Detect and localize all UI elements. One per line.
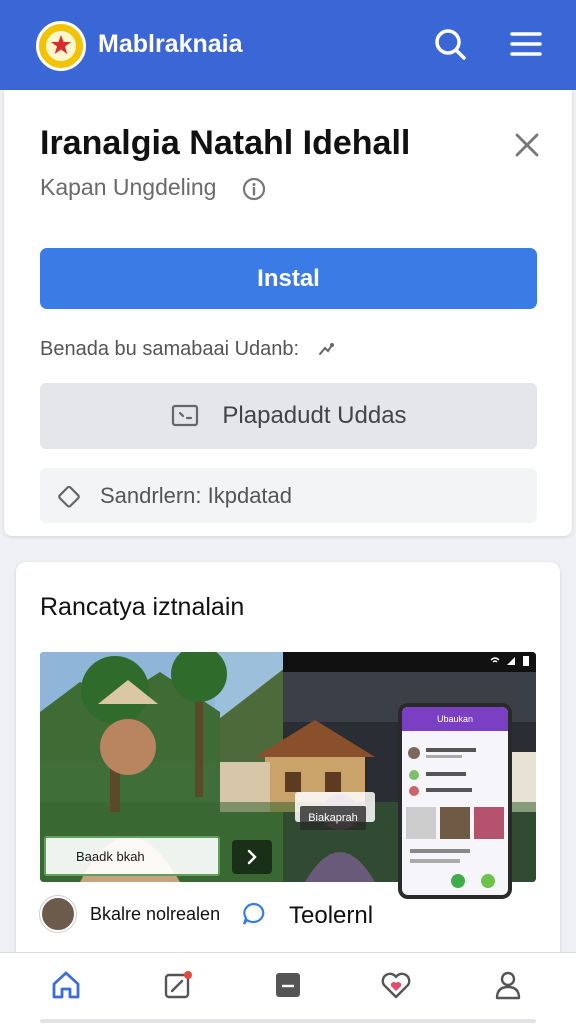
phone-screen [406,747,504,888]
inbox-icon[interactable] [270,967,306,1003]
screen-icon [172,404,199,427]
brand-name: Mablraknaia [98,30,243,58]
home-icon[interactable] [48,967,84,1003]
menu-icon[interactable] [506,24,546,64]
app-logo[interactable] [36,21,86,71]
battery-icon [523,656,529,666]
media-next-button[interactable] [232,840,272,874]
tag-icon [58,485,80,508]
compose-icon[interactable] [160,967,196,1003]
avatar[interactable] [40,896,76,932]
media-caption: Biakaprah [300,806,366,830]
secondary-button[interactable]: Plapadudt Uddas [40,383,537,449]
bottom-nav [0,952,576,1024]
install-note: Benada bu samabaai Udanb: [40,338,300,360]
share-icon [319,343,334,355]
author-name[interactable]: Bkalre nolrealen [90,904,220,925]
translate-link[interactable]: Teolernl [289,902,373,930]
app-subtitle: Kapan Ungdeling [40,174,217,200]
media-status-bar [438,652,536,670]
install-button[interactable]: Instal [40,248,537,309]
star-icon [51,35,71,54]
wifi-icon [490,657,500,663]
chevron-right-icon [247,849,257,865]
app-title: Iranalgia Natahl Idehall [40,124,411,162]
comment-icon[interactable] [240,900,268,928]
phone-header: Ubaukan [402,707,508,731]
tag-field[interactable]: Sandrlern: Ikpdatad [40,468,537,523]
search-icon[interactable] [430,24,470,64]
app-header: Mablraknaia [0,0,576,90]
section-title: Rancatya iztnalain [40,593,245,621]
profile-icon[interactable] [490,967,526,1003]
overlay-caption-text: Baadk bkah [76,848,145,864]
close-icon[interactable] [510,128,544,162]
home-indicator [40,1019,536,1023]
secondary-button-label: Plapadudt Uddas [222,402,407,429]
tag-label: Sandrlern: Ikpdatad [100,482,293,508]
media-overlay-caption: Baadk bkah [44,836,220,876]
info-icon[interactable] [241,176,267,202]
phone-mockup: Ubaukan [398,703,512,899]
signal-icon [507,657,515,665]
heart-icon[interactable] [378,967,414,1003]
